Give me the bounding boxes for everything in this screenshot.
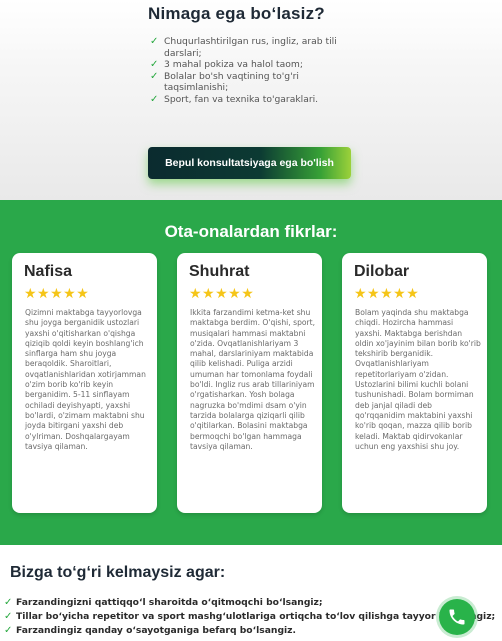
not-fit-text: Farzandingiz qanday o‘sayotganiga befarq… xyxy=(16,625,297,636)
check-icon: ✓ xyxy=(150,93,159,105)
check-icon: ✓ xyxy=(150,59,159,70)
benefit-item: ✓ Sport, fan va texnika to'garaklari. xyxy=(150,94,350,106)
benefit-item: ✓ Chuqurlashtirilgan rus, ingliz, arab ti… xyxy=(150,36,350,59)
benefit-text: 3 mahal pokiza va halol taom; xyxy=(164,59,303,70)
reviews-title: Ota-onalardan fikrlar: xyxy=(164,222,338,241)
star-rating: ★★★★★ xyxy=(24,286,90,302)
review-text: Ikkita farzandimi ketma-ket shu maktabga… xyxy=(190,308,316,451)
not-fit-text: Farzandingizni qattiqqo‘l sharoitda o‘qi… xyxy=(16,597,323,608)
review-card: Dilobar ★★★★★ Bolam yaqinda shu maktabga… xyxy=(342,253,487,513)
benefit-text: Bolalar bo'sh vaqtining to'g'ri taqsimla… xyxy=(164,70,299,94)
not-fit-item: ✓ Farzandingizni qattiqqo‘l sharoitda o‘q… xyxy=(4,596,502,610)
benefit-item: ✓ Bolalar bo'sh vaqtining to'g'ri taqsiml… xyxy=(150,71,350,94)
check-icon: ✓ xyxy=(4,625,13,636)
reviewer-name: Dilobar xyxy=(354,263,410,280)
benefits-list: ✓ Chuqurlashtirilgan rus, ingliz, arab ti… xyxy=(150,36,350,105)
check-icon: ✓ xyxy=(150,36,159,47)
not-fit-list: ✓ Farzandingizni qattiqqo‘l sharoitda o‘q… xyxy=(4,596,502,638)
star-rating: ★★★★★ xyxy=(354,286,420,302)
review-text: Qizimni maktabga tayyorlovga shu joyga b… xyxy=(25,308,146,451)
reviewer-name: Shuhrat xyxy=(189,263,250,280)
phone-icon xyxy=(449,609,465,625)
benefits-title: Nimaga ega bo‘lasiz? xyxy=(148,4,325,23)
review-card: Shuhrat ★★★★★ Ikkita farzandimi ketma-ke… xyxy=(177,253,322,513)
not-fit-title: Bizga to‘g‘ri kelmaysiz agar: xyxy=(10,564,226,581)
free-consultation-button[interactable]: Bepul konsultatsiyaga ega bo'lish xyxy=(148,147,351,179)
benefit-text: Chuqurlashtirilgan rus, ingliz, arab til… xyxy=(164,36,337,59)
check-icon: ✓ xyxy=(150,70,159,82)
star-rating: ★★★★★ xyxy=(189,286,255,302)
not-fit-item: ✓ Farzandingiz qanday o‘sayotganiga befar… xyxy=(4,624,502,638)
benefit-text: Sport, fan va texnika to'garaklari. xyxy=(164,93,319,105)
check-icon: ✓ xyxy=(4,611,13,622)
not-fit-item: ✓ Tillar bo‘yicha repetitor va sport mash… xyxy=(4,610,502,624)
phone-call-button[interactable] xyxy=(439,599,475,635)
review-text: Bolam yaqinda shu maktabga chiqdi. Hozir… xyxy=(355,308,481,451)
reviews-section: Ota-onalardan fikrlar: Nafisa ★★★★★ Qizi… xyxy=(0,200,502,545)
not-fit-text: Tillar bo‘yicha repetitor va sport mashg… xyxy=(16,611,496,622)
reviewer-name: Nafisa xyxy=(24,263,73,280)
benefits-section: Nimaga ega bo‘lasiz? ✓ Chuqurlashtirilgan… xyxy=(0,0,502,200)
review-card: Nafisa ★★★★★ Qizimni maktabga tayyorlovg… xyxy=(12,253,157,513)
benefit-item: ✓ 3 mahal pokiza va halol taom; xyxy=(150,59,350,71)
check-icon: ✓ xyxy=(4,597,13,608)
